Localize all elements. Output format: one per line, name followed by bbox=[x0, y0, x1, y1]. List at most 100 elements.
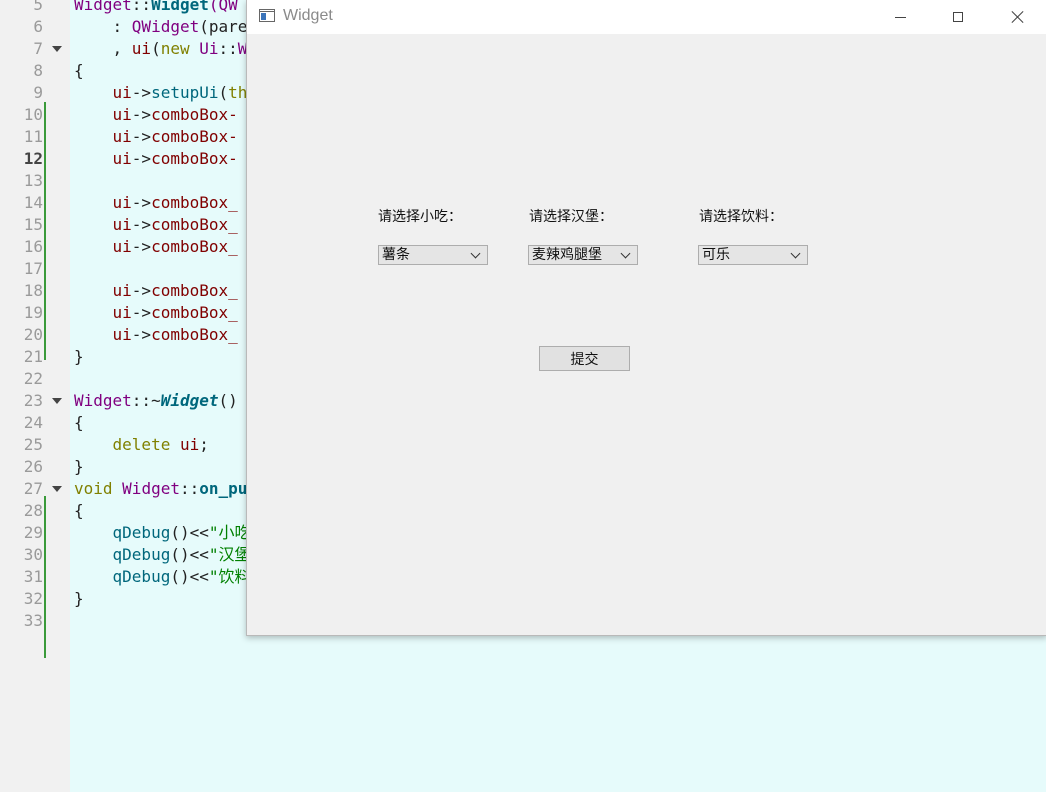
code-line[interactable]: 23 Widget::~Widget() bbox=[0, 390, 246, 412]
code-text: } bbox=[74, 346, 84, 368]
code-token: :: bbox=[179, 479, 200, 498]
chevron-down-icon bbox=[790, 248, 801, 259]
code-text: { bbox=[74, 500, 84, 522]
line-number: 12 bbox=[23, 149, 43, 168]
code-token: -> bbox=[131, 281, 152, 300]
code-line[interactable]: 30 qDebug()<<"汉堡 bbox=[0, 544, 251, 566]
code-line[interactable]: 29 qDebug()<<"小吃 bbox=[0, 522, 251, 544]
code-line[interactable]: 16 ui->comboBox_ bbox=[0, 236, 246, 258]
code-token: void bbox=[74, 479, 113, 498]
code-token: QWidget bbox=[131, 17, 200, 36]
code-text: qDebug()<<"小吃 bbox=[74, 522, 251, 544]
code-line[interactable]: 12 ui->comboBox- bbox=[0, 148, 246, 170]
code-line[interactable]: 17 bbox=[0, 258, 246, 280]
code-line[interactable]: 18 ui->comboBox_ bbox=[0, 280, 246, 302]
maximize-button[interactable] bbox=[935, 0, 981, 34]
code-token: qDebug bbox=[112, 567, 171, 586]
code-text: ui->comboBox_ bbox=[74, 324, 238, 346]
code-line[interactable]: 32} bbox=[0, 588, 246, 610]
code-token: delete bbox=[112, 435, 171, 454]
code-token: ui bbox=[112, 83, 132, 102]
code-token: setupUi bbox=[151, 83, 219, 102]
code-token: -> bbox=[131, 83, 152, 102]
code-token: Ui bbox=[199, 39, 219, 58]
line-number: 9 bbox=[33, 83, 43, 102]
drink-label: 请选择饮料： bbox=[699, 209, 783, 225]
code-text: Widget::Widget(QW bbox=[74, 0, 238, 16]
code-token: ui bbox=[112, 281, 132, 300]
code-token: ui bbox=[112, 193, 132, 212]
code-line[interactable]: 28 { bbox=[0, 500, 246, 522]
fold-arrow-icon[interactable] bbox=[52, 486, 62, 492]
code-token: ()<< bbox=[170, 523, 209, 542]
line-number: 25 bbox=[23, 435, 43, 454]
code-text: delete ui; bbox=[74, 434, 209, 456]
code-token: ui bbox=[112, 303, 132, 322]
code-line[interactable]: 19 ui->comboBox_ bbox=[0, 302, 246, 324]
code-token: :: bbox=[131, 0, 152, 14]
code-line[interactable]: 14 ui->comboBox_ bbox=[0, 192, 246, 214]
code-line[interactable]: 33 bbox=[0, 610, 246, 632]
code-line[interactable]: 26} bbox=[0, 456, 246, 478]
code-token: comboBox_ bbox=[151, 215, 238, 234]
code-line[interactable]: 24 { bbox=[0, 412, 246, 434]
snack-combobox[interactable]: 薯条 bbox=[378, 245, 488, 265]
code-line[interactable]: 10 ui->comboBox- bbox=[0, 104, 246, 126]
minimize-button[interactable] bbox=[877, 0, 923, 34]
code-line[interactable]: 11 ui->comboBox- bbox=[0, 126, 246, 148]
code-token: -> bbox=[131, 303, 152, 322]
code-token: -> bbox=[131, 105, 152, 124]
code-line[interactable]: 6 : QWidget(pare bbox=[0, 16, 247, 38]
code-line[interactable]: 7 , ui(new Ui::W bbox=[0, 38, 248, 60]
code-text: ui->comboBox- bbox=[74, 126, 238, 148]
code-line[interactable]: 25 delete ui; bbox=[0, 434, 246, 456]
code-token: comboBox- bbox=[151, 127, 238, 146]
code-line[interactable]: 21} bbox=[0, 346, 246, 368]
code-line[interactable]: 27 void Widget::on_pu bbox=[0, 478, 248, 500]
code-line[interactable]: 13 bbox=[0, 170, 246, 192]
code-text: ui->setupUi(th bbox=[74, 82, 248, 104]
code-token: Widget bbox=[74, 391, 132, 410]
fold-arrow-icon[interactable] bbox=[52, 398, 62, 404]
burger-combobox[interactable]: 麦辣鸡腿堡 bbox=[528, 245, 638, 265]
code-text: { bbox=[74, 412, 84, 434]
code-line[interactable]: 15 ui->comboBox_ bbox=[0, 214, 246, 236]
code-token: ui bbox=[179, 435, 200, 454]
code-line[interactable]: 5 Widget::Widget(QW bbox=[0, 0, 246, 16]
code-text: Widget::~Widget() bbox=[74, 390, 238, 412]
code-token: "饮料 bbox=[208, 567, 251, 586]
code-line[interactable]: 31 qDebug()<<"饮料 bbox=[0, 566, 251, 588]
line-number: 22 bbox=[23, 369, 43, 388]
fold-arrow-icon[interactable] bbox=[52, 46, 62, 52]
close-icon bbox=[1011, 10, 1025, 24]
code-line[interactable]: 22 bbox=[0, 368, 246, 390]
code-line[interactable]: 8{ bbox=[0, 60, 246, 82]
burger-combobox-value: 麦辣鸡腿堡 bbox=[532, 247, 602, 263]
code-token: Widget bbox=[74, 0, 132, 14]
drink-combobox[interactable]: 可乐 bbox=[698, 245, 808, 265]
submit-button[interactable]: 提交 bbox=[539, 346, 630, 371]
line-number: 8 bbox=[33, 61, 43, 80]
drink-combobox-value: 可乐 bbox=[702, 247, 730, 263]
close-button[interactable] bbox=[995, 0, 1041, 34]
code-text: ui->comboBox_ bbox=[74, 302, 238, 324]
code-line[interactable]: 9 ui->setupUi(th bbox=[0, 82, 248, 104]
code-token: ()<< bbox=[170, 567, 209, 586]
code-token: qDebug bbox=[112, 523, 171, 542]
code-token: ( bbox=[151, 39, 161, 58]
title-bar[interactable]: Widget bbox=[247, 0, 1046, 34]
line-number: 19 bbox=[23, 303, 43, 322]
code-line[interactable]: 20 ui->comboBox_ bbox=[0, 324, 246, 346]
code-token: ui bbox=[112, 127, 132, 146]
code-text: ui->comboBox_ bbox=[74, 192, 238, 214]
code-text: , ui(new Ui::W bbox=[74, 38, 248, 60]
chevron-down-icon bbox=[470, 248, 481, 259]
code-text: qDebug()<<"饮料 bbox=[74, 566, 251, 588]
line-number: 28 bbox=[23, 501, 43, 520]
line-number: 17 bbox=[23, 259, 43, 278]
